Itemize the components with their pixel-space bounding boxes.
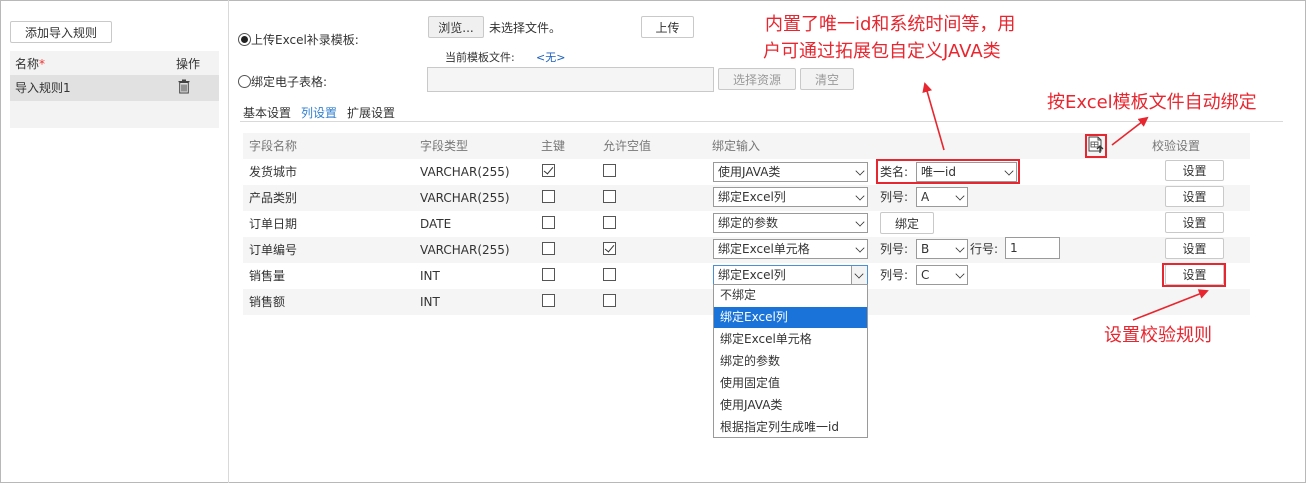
java-note-arrow [922,82,945,151]
auto-bind-arrow [1111,116,1149,146]
annotation-arrows [922,82,1209,321]
validation-arrow [1132,289,1209,321]
